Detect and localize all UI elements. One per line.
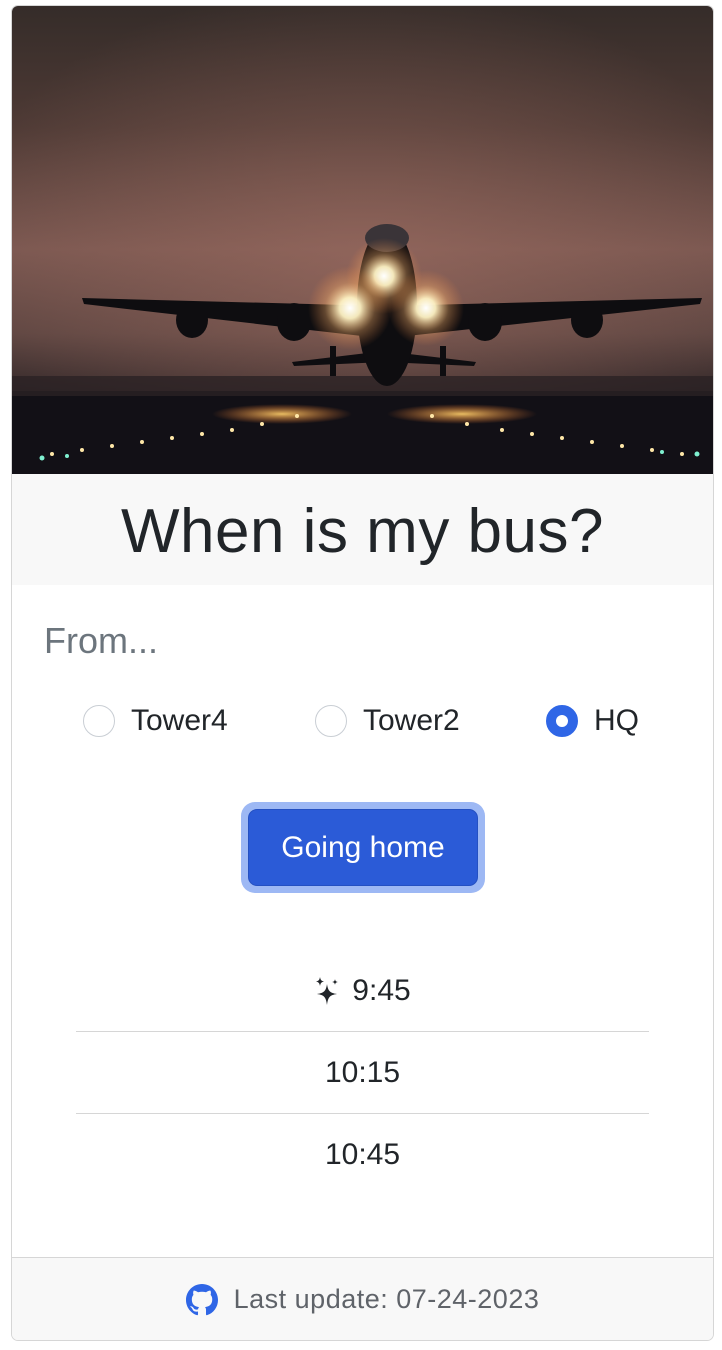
radio-label: HQ: [594, 704, 639, 737]
departure-times-list: 9:45 10:15 10:45: [76, 950, 649, 1196]
going-home-button[interactable]: Going home: [248, 809, 478, 886]
title-band: When is my bus?: [12, 474, 713, 585]
direction-button-focus-ring: Going home: [241, 802, 485, 893]
radio-label: Tower2: [363, 704, 460, 737]
from-label: From...: [44, 620, 158, 661]
radio-circle[interactable]: [83, 705, 115, 737]
departure-time: 9:45: [352, 973, 411, 1007]
last-update-text: Last update: 07-24-2023: [233, 1284, 540, 1314]
departure-time: 10:15: [324, 1055, 401, 1089]
footer: Last update: 07-24-2023: [12, 1257, 713, 1340]
bus-schedule-card: When is my bus? From... Tower4 Tower2 HQ…: [11, 5, 714, 1341]
radio-label: Tower4: [131, 704, 228, 737]
github-icon[interactable]: [185, 1283, 218, 1316]
radio-circle[interactable]: [546, 705, 578, 737]
sparkles-icon: [314, 976, 340, 1006]
hero-image: [12, 6, 713, 474]
list-item: 10:15: [76, 1032, 649, 1114]
page-title: When is my bus?: [120, 496, 604, 566]
list-item: 10:45: [76, 1114, 649, 1196]
location-radio-group: Tower4 Tower2 HQ: [12, 703, 713, 739]
departure-time: 10:45: [324, 1138, 401, 1171]
radio-tower4[interactable]: Tower4: [83, 703, 228, 739]
list-item: 9:45: [76, 950, 649, 1032]
radio-tower2[interactable]: Tower2: [315, 703, 460, 739]
radio-hq[interactable]: HQ: [546, 703, 639, 739]
radio-circle[interactable]: [315, 705, 347, 737]
